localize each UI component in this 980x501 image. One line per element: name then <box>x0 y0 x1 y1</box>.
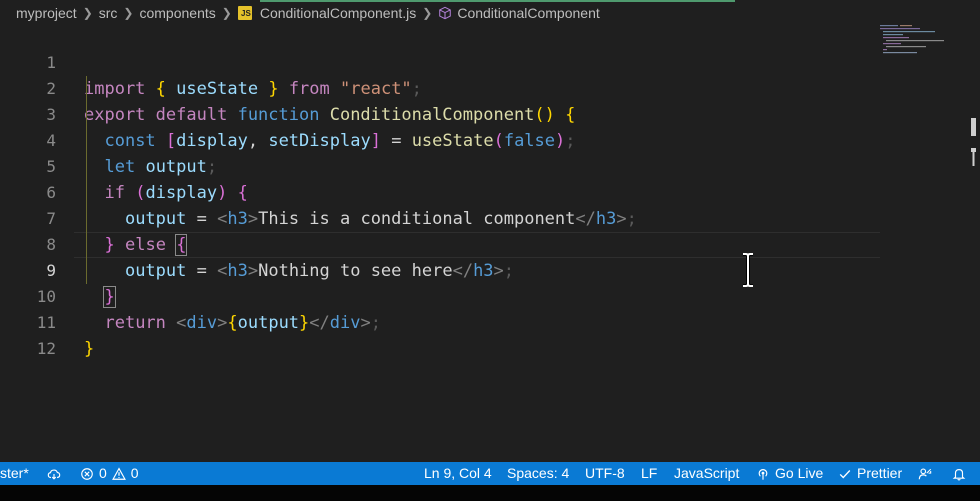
warning-triangle-icon <box>111 466 126 480</box>
branch-name: ster* <box>0 465 29 481</box>
go-live-button[interactable]: Go Live <box>756 462 823 485</box>
line-number: 12 <box>36 339 56 358</box>
prettier-button[interactable]: Prettier <box>838 462 902 485</box>
notifications-button[interactable] <box>952 462 971 485</box>
code-line[interactable]: 2 export default function ConditionalCom… <box>0 50 880 125</box>
chevron-right-icon: ❯ <box>422 6 433 20</box>
code-line[interactable]: 11 } <box>0 284 880 359</box>
code-editor[interactable]: 1 import { useState } from "react"; 2 ex… <box>0 24 880 359</box>
overview-ruler[interactable] <box>968 118 978 168</box>
language-label: JavaScript <box>674 465 740 481</box>
chevron-right-icon: ❯ <box>123 6 134 20</box>
encoding-label: UTF-8 <box>585 465 625 481</box>
feedback-button[interactable] <box>918 462 937 485</box>
cursor-position-label: Ln 9, Col 4 <box>424 465 492 481</box>
branch-indicator[interactable]: ster* <box>0 462 29 485</box>
code-line[interactable]: 7 } else { <box>0 180 880 256</box>
cloud-sync-icon <box>47 468 61 480</box>
window-bottom-edge <box>0 485 980 501</box>
chevron-right-icon: ❯ <box>221 6 232 20</box>
encoding-setting[interactable]: UTF-8 <box>585 462 625 485</box>
go-live-label: Go Live <box>775 465 824 481</box>
text-cursor-icon <box>743 253 753 287</box>
symbol-cube-icon <box>439 6 452 20</box>
check-icon <box>839 469 851 478</box>
breadcrumb-item-symbol[interactable]: ConditionalComponent <box>457 5 599 21</box>
code-line[interactable]: 4 let output; <box>0 102 880 177</box>
bell-icon <box>952 468 966 480</box>
problems-indicator[interactable]: 0 0 <box>80 462 139 485</box>
active-indent-guide <box>86 76 87 284</box>
warning-count: 0 <box>130 465 139 481</box>
indentation-setting[interactable]: Spaces: 4 <box>507 462 569 485</box>
eol-label: LF <box>641 465 658 481</box>
breadcrumb: myproject ❯ src ❯ components ❯ JS Condit… <box>0 0 860 26</box>
javascript-file-icon: JS <box>237 6 252 20</box>
chevron-right-icon: ❯ <box>82 6 93 20</box>
code-line[interactable]: 1 import { useState } from "react"; <box>0 24 880 99</box>
cursor-position[interactable]: Ln 9, Col 4 <box>424 462 492 485</box>
person-feedback-icon <box>918 468 932 479</box>
eol-setting[interactable]: LF <box>641 462 657 485</box>
code-line[interactable]: 8 output = <h3>Nothing to see here</h3>; <box>0 206 880 281</box>
error-count: 0 <box>99 465 107 481</box>
language-mode[interactable]: JavaScript <box>674 462 739 485</box>
breadcrumb-item-src[interactable]: src <box>99 5 118 21</box>
breadcrumb-item-components[interactable]: components <box>139 5 215 21</box>
broadcast-icon <box>758 468 768 480</box>
error-circle-icon <box>81 467 93 480</box>
breadcrumb-item-file[interactable]: ConditionalComponent.js <box>260 5 416 21</box>
sync-button[interactable] <box>47 462 66 485</box>
minimap[interactable] <box>878 24 950 54</box>
code-line[interactable]: 3 const [display, setDisplay] = useState… <box>0 76 880 151</box>
breadcrumb-item-project[interactable]: myproject <box>16 5 77 21</box>
indentation-label: Spaces: 4 <box>507 465 570 481</box>
editor-area[interactable]: myproject ❯ src ❯ components ❯ JS Condit… <box>0 0 980 462</box>
status-bar: ster* 0 0 Ln 9, Col 4 Spaces: 4 UTF-8 LF… <box>0 462 980 485</box>
code-line[interactable]: 12 <box>0 310 880 358</box>
code-line[interactable]: 6 output = <h3>This is a conditional com… <box>0 154 880 229</box>
prettier-label: Prettier <box>857 465 903 481</box>
code-token: } <box>84 339 95 359</box>
code-line[interactable]: 5 if (display) { <box>0 128 880 203</box>
